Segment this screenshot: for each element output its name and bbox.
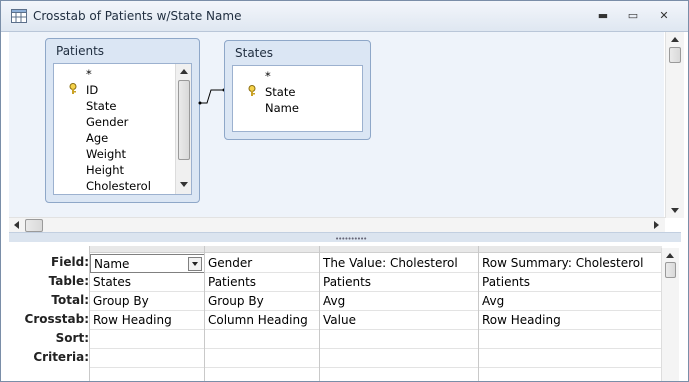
- patients-field-scrollbar[interactable]: [175, 64, 191, 194]
- table-cell[interactable]: Patients: [320, 273, 479, 292]
- patients-field-gender[interactable]: Gender: [86, 115, 128, 129]
- grid-column[interactable]: Gender Patients Group By Column Heading: [204, 246, 320, 381]
- query-design-window: Crosstab of Patients w/State Name ▬ ▭ ✕ …: [0, 0, 689, 382]
- query-design-grid[interactable]: Field: Table: Total: Crosstab: Sort: Cri…: [9, 242, 681, 381]
- field-cell[interactable]: Name: [90, 254, 205, 273]
- crosstab-cell[interactable]: Column Heading: [205, 311, 320, 330]
- total-cell[interactable]: Avg: [320, 292, 479, 311]
- column-selector[interactable]: [320, 246, 479, 253]
- column-selector[interactable]: [479, 246, 662, 253]
- scroll-down-icon[interactable]: [671, 208, 679, 214]
- patients-table-title: Patients: [56, 44, 105, 58]
- criteria-cell[interactable]: [205, 349, 320, 368]
- states-table-title: States: [235, 46, 274, 60]
- row-label-table: Table:: [48, 274, 89, 288]
- patients-field-list[interactable]: * ID State Gender Age Weight Height Chol…: [53, 63, 192, 195]
- row-label-sort: Sort:: [55, 331, 89, 345]
- row-label-crosstab: Crosstab:: [24, 312, 89, 326]
- patients-field-star[interactable]: *: [86, 67, 92, 81]
- total-cell[interactable]: Group By: [205, 292, 320, 311]
- patients-field-weight[interactable]: Weight: [86, 147, 126, 161]
- patients-field-age[interactable]: Age: [86, 131, 108, 145]
- scrollbar-thumb[interactable]: [669, 47, 681, 63]
- scroll-left-icon[interactable]: [13, 221, 19, 229]
- field-cell[interactable]: Row Summary: Cholesterol: [479, 254, 662, 273]
- grid-vertical-scrollbar[interactable]: [661, 248, 679, 381]
- states-field-name[interactable]: Name: [265, 101, 299, 115]
- patients-field-height[interactable]: Height: [86, 163, 124, 177]
- table-cell[interactable]: Patients: [205, 273, 320, 292]
- diagram-vertical-scrollbar[interactable]: [665, 32, 684, 218]
- join-line[interactable]: [198, 86, 226, 108]
- title-bar[interactable]: Crosstab of Patients w/State Name ▬ ▭ ✕: [1, 1, 688, 32]
- scroll-up-icon[interactable]: [666, 252, 674, 258]
- states-field-star[interactable]: *: [265, 69, 271, 83]
- states-table-box[interactable]: States * State Name: [224, 40, 371, 140]
- minimize-button[interactable]: ▬: [593, 7, 613, 25]
- primary-key-icon: [248, 85, 256, 96]
- criteria-cell[interactable]: [479, 349, 662, 368]
- row-label-criteria: Criteria:: [33, 350, 89, 364]
- column-selector[interactable]: [90, 246, 205, 253]
- diagram-horizontal-scrollbar[interactable]: [9, 217, 665, 233]
- table-cell[interactable]: Patients: [479, 273, 662, 292]
- patients-table-box[interactable]: Patients * ID State Gender Age Weight He…: [45, 38, 200, 203]
- column-selector[interactable]: [205, 246, 320, 253]
- scroll-up-icon[interactable]: [180, 68, 188, 74]
- criteria-cell[interactable]: [90, 349, 205, 368]
- sort-cell[interactable]: [320, 330, 479, 349]
- states-field-state[interactable]: State: [265, 85, 295, 99]
- scrollbar-thumb[interactable]: [178, 80, 190, 160]
- scrollbar-thumb[interactable]: [25, 219, 43, 232]
- grid-column[interactable]: Row Summary: Cholesterol Patients Avg Ro…: [478, 246, 662, 381]
- states-field-list[interactable]: * State Name: [232, 65, 363, 132]
- patients-field-state[interactable]: State: [86, 99, 116, 113]
- query-icon: [11, 9, 27, 23]
- crosstab-cell[interactable]: Row Heading: [479, 311, 662, 330]
- field-value: Name: [94, 257, 130, 271]
- scrollbar-thumb[interactable]: [665, 262, 676, 278]
- grid-column[interactable]: The Value: Cholesterol Patients Avg Valu…: [319, 246, 479, 381]
- criteria-cell[interactable]: [320, 349, 479, 368]
- sort-cell[interactable]: [479, 330, 662, 349]
- scroll-right-icon[interactable]: [654, 221, 660, 229]
- sort-cell[interactable]: [205, 330, 320, 349]
- row-label-field: Field:: [51, 255, 89, 269]
- crosstab-cell[interactable]: Value: [320, 311, 479, 330]
- field-cell[interactable]: Gender: [205, 254, 320, 273]
- window-title: Crosstab of Patients w/State Name: [33, 9, 242, 23]
- table-diagram-area[interactable]: Patients * ID State Gender Age Weight He…: [9, 32, 664, 218]
- scroll-up-icon[interactable]: [671, 36, 679, 42]
- row-label-total: Total:: [51, 293, 89, 307]
- grid-column[interactable]: Name States Group By Row Heading: [89, 246, 205, 381]
- dropdown-arrow-icon[interactable]: [188, 257, 202, 271]
- total-cell[interactable]: Group By: [90, 292, 205, 311]
- patients-field-id[interactable]: ID: [86, 83, 98, 97]
- primary-key-icon: [69, 83, 77, 94]
- table-cell[interactable]: States: [90, 273, 205, 292]
- close-button[interactable]: ✕: [654, 7, 674, 25]
- patients-field-cholesterol[interactable]: Cholesterol: [86, 179, 151, 193]
- restore-button[interactable]: ▭: [623, 7, 643, 25]
- crosstab-cell[interactable]: Row Heading: [90, 311, 205, 330]
- scroll-down-icon[interactable]: [180, 182, 188, 188]
- field-cell[interactable]: The Value: Cholesterol: [320, 254, 479, 273]
- total-cell[interactable]: Avg: [479, 292, 662, 311]
- sort-cell[interactable]: [90, 330, 205, 349]
